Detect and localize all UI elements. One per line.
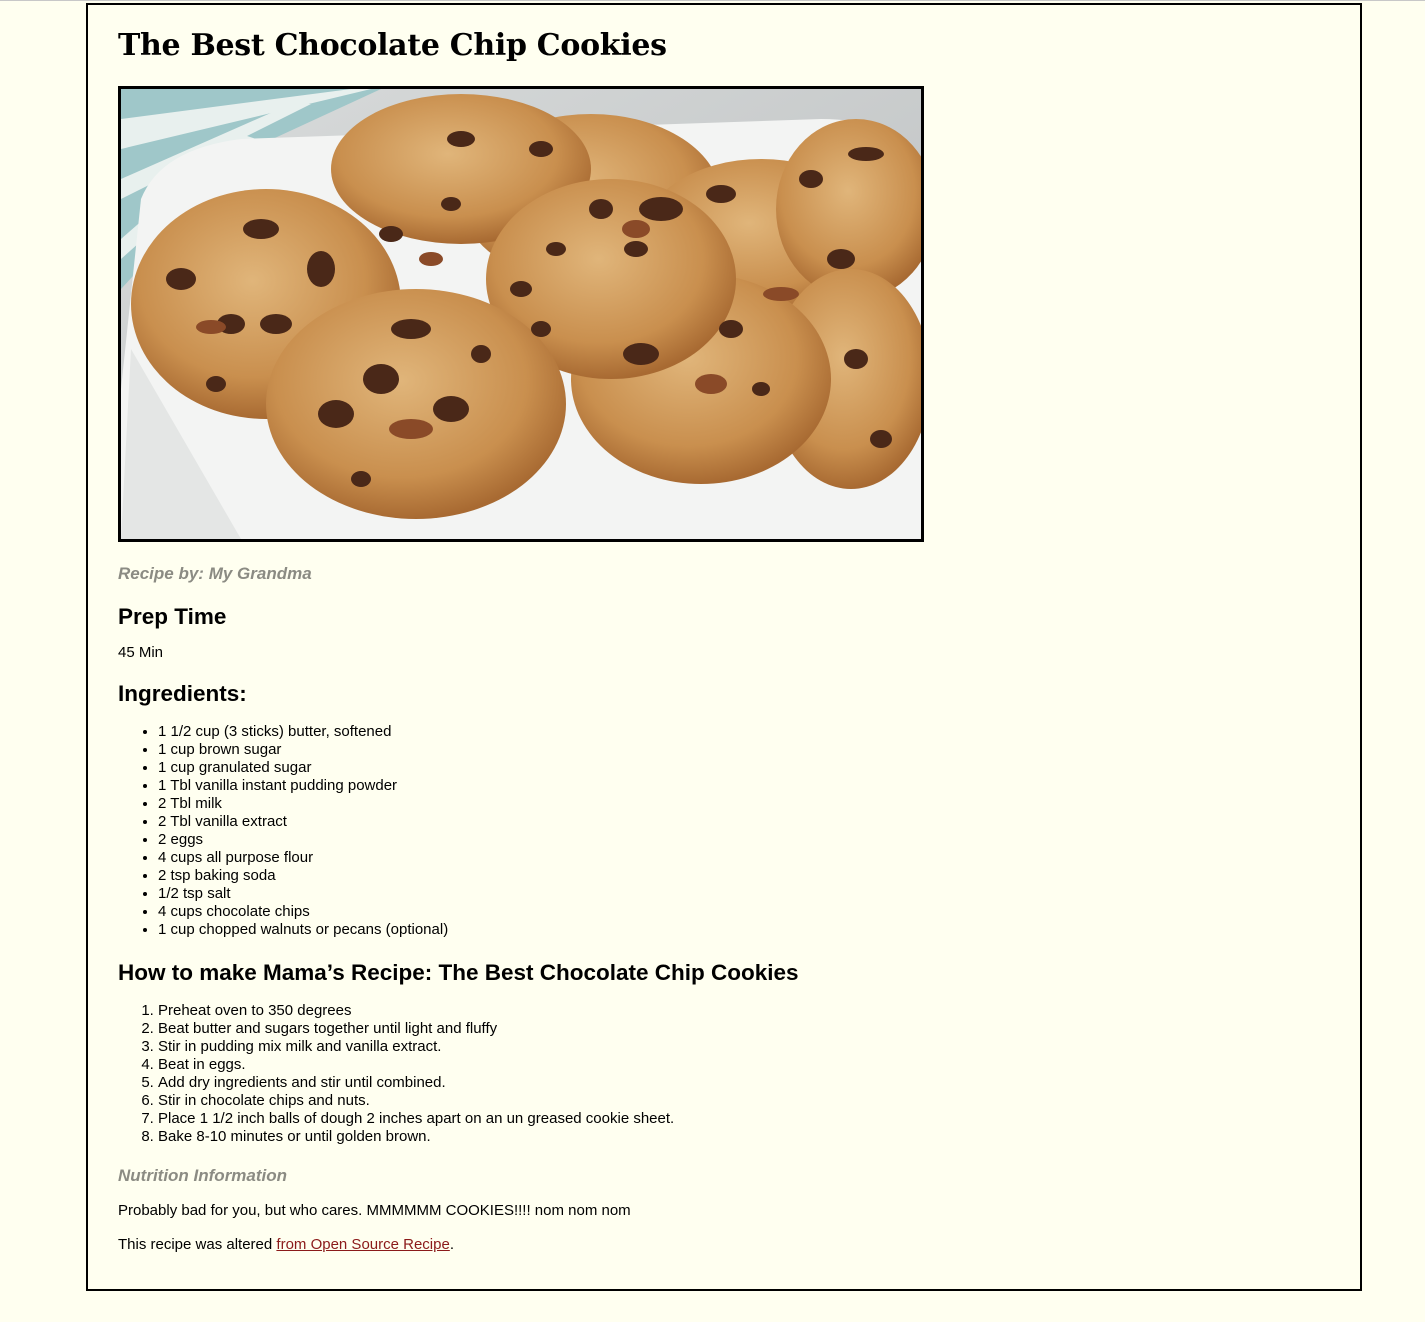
- cookies-illustration: [121, 89, 921, 539]
- ingredient-item: 1 1/2 cup (3 sticks) butter, softened: [158, 723, 1330, 741]
- instructions-heading: How to make Mama’s Recipe: The Best Choc…: [118, 960, 799, 985]
- ingredient-item: 1/2 tsp salt: [158, 885, 1330, 903]
- recipe-credit: This recipe was altered from Open Source…: [118, 1236, 1330, 1254]
- ingredient-item: 4 cups all purpose flour: [158, 849, 1330, 867]
- ingredient-item: 1 cup granulated sugar: [158, 759, 1330, 777]
- ingredient-item: 1 cup chopped walnuts or pecans (optiona…: [158, 921, 1330, 939]
- nutrition-heading: Nutrition Information: [118, 1166, 288, 1185]
- ingredient-item: 1 cup brown sugar: [158, 741, 1330, 759]
- instruction-step: Stir in pudding mix milk and vanilla ext…: [158, 1038, 1330, 1056]
- window-top-edge: [0, 0, 1425, 1]
- cookies-photo: [118, 86, 924, 542]
- instruction-step: Stir in chocolate chips and nuts.: [158, 1092, 1330, 1110]
- source-recipe-link[interactable]: from Open Source Recipe: [276, 1236, 449, 1253]
- instructions-list: Preheat oven to 350 degrees Beat butter …: [118, 1002, 1330, 1146]
- instruction-step: Beat butter and sugars together until li…: [158, 1020, 1330, 1038]
- ingredients-list: 1 1/2 cup (3 sticks) butter, softened 1 …: [118, 723, 1330, 939]
- instruction-step: Beat in eggs.: [158, 1056, 1330, 1074]
- ingredient-item: 4 cups chocolate chips: [158, 903, 1330, 921]
- ingredients-heading: Ingredients:: [118, 681, 247, 706]
- instruction-step: Add dry ingredients and stir until combi…: [158, 1074, 1330, 1092]
- recipe-byline: Recipe by: My Grandma: [118, 564, 312, 583]
- ingredient-item: 2 eggs: [158, 831, 1330, 849]
- ingredient-item: 2 tsp baking soda: [158, 867, 1330, 885]
- ingredient-item: 1 Tbl vanilla instant pudding powder: [158, 777, 1330, 795]
- prep-time-value: 45 Min: [118, 644, 164, 661]
- recipe-card: The Best Chocolate Chip Cookies Recipe b…: [86, 3, 1362, 1291]
- credit-prefix: This recipe was altered: [118, 1236, 277, 1253]
- instruction-step: Preheat oven to 350 degrees: [158, 1002, 1330, 1020]
- nutrition-text: Probably bad for you, but who cares. MMM…: [118, 1202, 631, 1219]
- credit-suffix: .: [449, 1236, 454, 1253]
- page-title: The Best Chocolate Chip Cookies: [118, 28, 667, 63]
- ingredient-item: 2 Tbl milk: [158, 795, 1330, 813]
- instruction-step: Place 1 1/2 inch balls of dough 2 inches…: [158, 1110, 1330, 1128]
- prep-time-heading: Prep Time: [118, 604, 227, 629]
- instruction-step: Bake 8-10 minutes or until golden brown.: [158, 1128, 1330, 1146]
- ingredient-item: 2 Tbl vanilla extract: [158, 813, 1330, 831]
